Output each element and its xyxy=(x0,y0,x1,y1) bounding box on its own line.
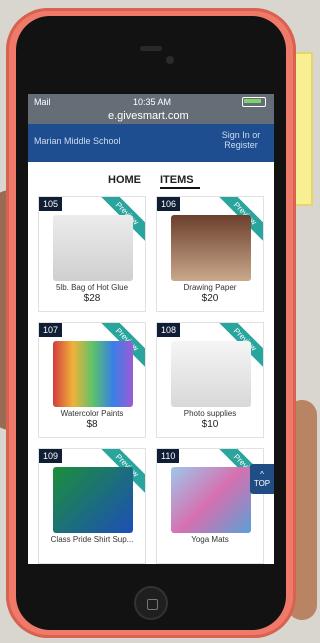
tab-bar: HOME ITEMS xyxy=(28,162,274,196)
back-to-top-button[interactable]: ^ TOP xyxy=(250,464,274,494)
tab-home[interactable]: HOME xyxy=(108,174,141,186)
sign-in-link[interactable]: Sign In or Register xyxy=(216,130,266,150)
item-image xyxy=(53,215,133,281)
item-price: $28 xyxy=(83,293,101,304)
item-card[interactable]: 106 Preview Drawing Paper $20 xyxy=(156,196,264,312)
app-header: Marian Middle School Sign In or Register xyxy=(28,124,274,162)
item-price: $8 xyxy=(86,419,98,430)
address-bar[interactable]: e.givesmart.com xyxy=(108,110,189,122)
camera xyxy=(166,56,174,64)
chevron-up-icon: ^ xyxy=(260,470,264,479)
item-price: $20 xyxy=(201,293,219,304)
carrier-label: Mail xyxy=(34,97,51,107)
item-number: 105 xyxy=(39,197,63,211)
school-name: Marian Middle School xyxy=(34,136,121,146)
item-number: 110 xyxy=(157,449,180,463)
item-title: Class Pride Shirt Sup... xyxy=(50,535,134,544)
top-label: TOP xyxy=(253,479,271,488)
phone-screen: Mail 10:35 AM e.givesmart.com Marian Mid… xyxy=(28,94,274,564)
item-image xyxy=(53,341,133,407)
speaker xyxy=(140,46,162,51)
clock: 10:35 AM xyxy=(133,97,172,107)
item-number: 108 xyxy=(157,323,181,337)
item-image xyxy=(171,341,251,407)
item-number: 107 xyxy=(39,323,63,337)
item-card[interactable]: 107 Preview Watercolor Paints $8 xyxy=(38,322,146,438)
item-card[interactable]: 109 Preview Class Pride Shirt Sup... xyxy=(38,448,146,564)
item-title: Watercolor Paints xyxy=(60,409,124,418)
status-bar: Mail 10:35 AM e.givesmart.com xyxy=(28,94,274,124)
item-card[interactable]: 110 Preview Yoga Mats xyxy=(156,448,264,564)
item-number: 109 xyxy=(39,449,63,463)
battery-icon xyxy=(242,97,266,107)
item-title: Yoga Mats xyxy=(191,535,229,544)
home-button[interactable] xyxy=(134,586,168,620)
phone-front: Mail 10:35 AM e.givesmart.com Marian Mid… xyxy=(16,16,286,630)
item-image xyxy=(53,467,133,533)
item-title: Drawing Paper xyxy=(183,283,237,292)
phone-body: Mail 10:35 AM e.givesmart.com Marian Mid… xyxy=(6,8,296,638)
item-card[interactable]: 108 Preview Photo supplies $10 xyxy=(156,322,264,438)
item-title: 5lb. Bag of Hot Glue xyxy=(55,283,129,292)
item-image xyxy=(171,215,251,281)
item-image xyxy=(171,467,251,533)
item-price: $10 xyxy=(201,419,219,430)
tab-underline xyxy=(160,187,200,189)
item-number: 106 xyxy=(157,197,181,211)
item-card[interactable]: 105 Preview 5lb. Bag of Hot Glue $28 xyxy=(38,196,146,312)
tab-items[interactable]: ITEMS xyxy=(160,174,194,186)
item-title: Photo supplies xyxy=(183,409,237,418)
